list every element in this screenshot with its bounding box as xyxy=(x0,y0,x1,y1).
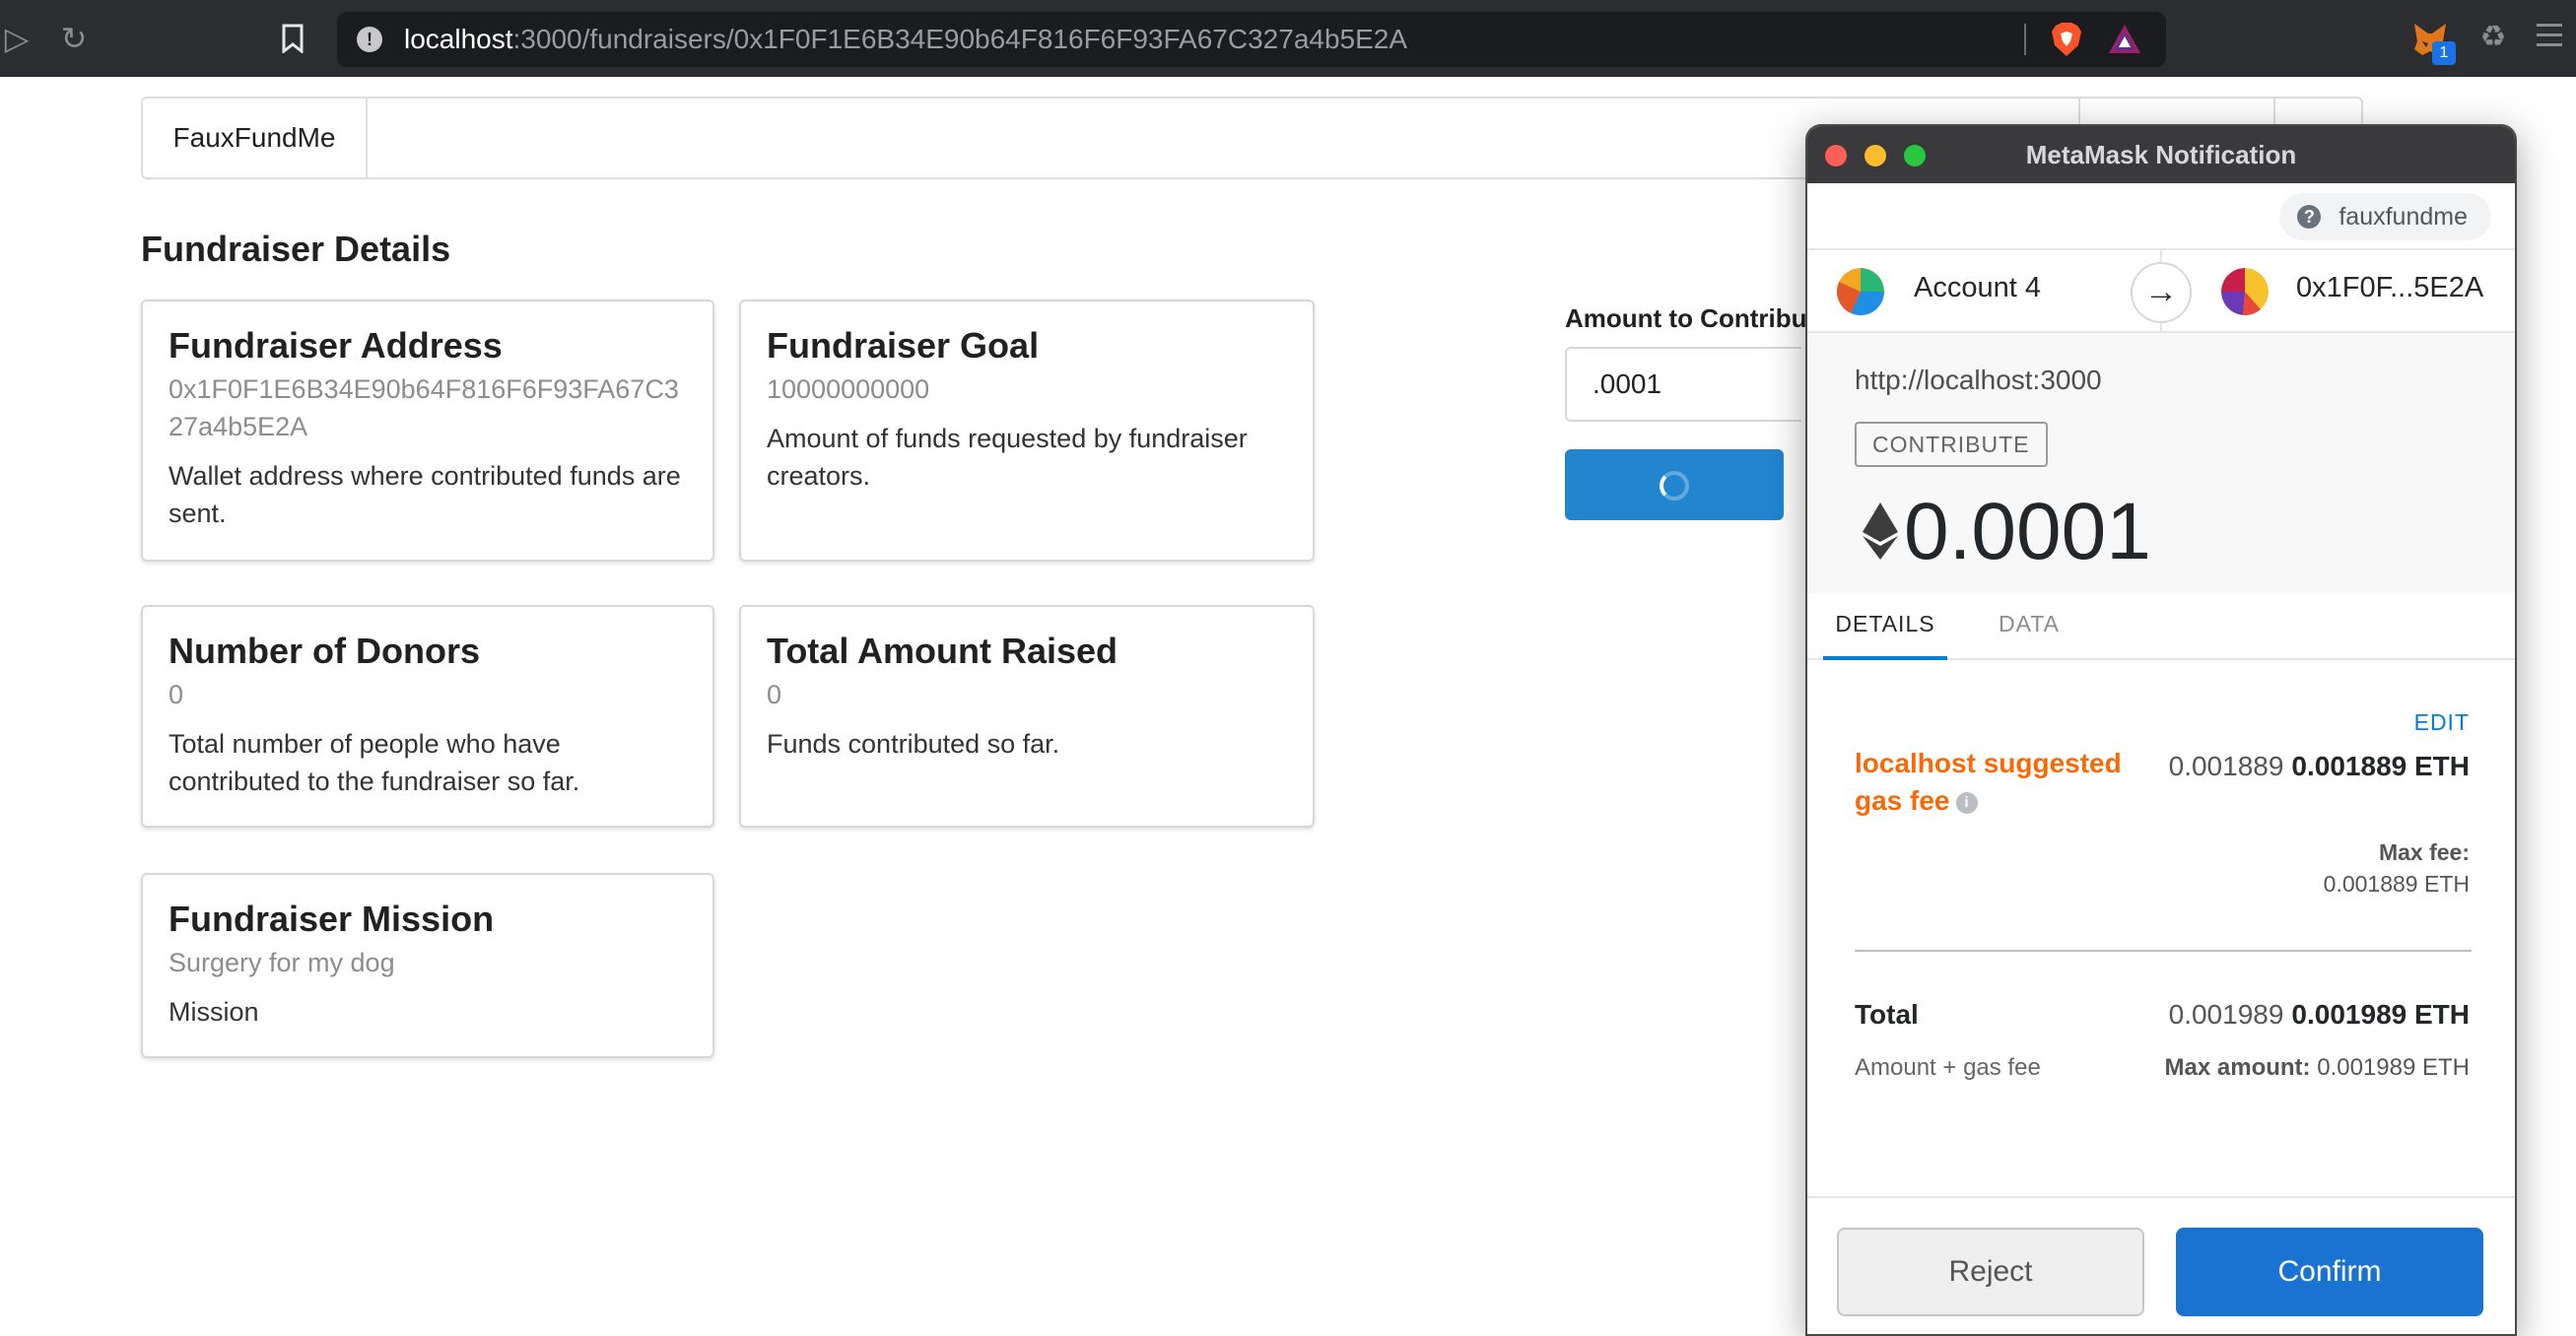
card-fundraiser-address: Fundraiser Address 0x1F0F1E6B34E90b64F81… xyxy=(141,300,714,562)
card-title: Number of Donors xyxy=(169,631,481,671)
card-meta: 10000000000 xyxy=(767,374,930,404)
max-fee-value: 0.001889 ETH xyxy=(2323,871,2470,897)
from-account-name[interactable]: Account 4 xyxy=(1914,272,2041,304)
card-fundraiser-mission: Fundraiser Mission Surgery for my dog Mi… xyxy=(141,873,714,1058)
contribute-button[interactable] xyxy=(1565,449,1784,520)
url-host: localhost xyxy=(404,24,513,54)
metamask-header: ? fauxfundme xyxy=(1807,183,2515,250)
card-description: Wallet address where contributed funds a… xyxy=(169,461,681,528)
gas-fee-label-text: localhost suggested gas fee xyxy=(1855,748,2122,816)
card-title: Fundraiser Goal xyxy=(767,325,1040,366)
max-amount-label: Max amount: xyxy=(2164,1054,2311,1081)
address-bar[interactable]: ! localhost:3000/fundraisers/0x1F0F1E6B3… xyxy=(337,12,2166,67)
gas-fee-primary: 0.001889 ETH xyxy=(2291,751,2470,781)
reload-icon[interactable]: ↻ xyxy=(57,22,91,55)
card-meta: 0 xyxy=(767,680,782,709)
card-description: Amount of funds requested by fundraiser … xyxy=(767,424,1248,491)
gas-fee-label: localhost suggested gas fee i xyxy=(1855,745,2131,820)
card-meta: Surgery for my dog xyxy=(169,948,395,977)
brave-shield-icon[interactable] xyxy=(2050,22,2083,57)
bookmark-icon[interactable] xyxy=(282,24,304,53)
section-divider xyxy=(1855,950,2472,952)
card-meta: 0x1F0F1E6B34E90b64F816F6F93FA67C327a4b5E… xyxy=(169,374,679,441)
card-fundraiser-goal: Fundraiser Goal 10000000000 Amount of fu… xyxy=(739,300,1315,562)
loading-spinner-icon xyxy=(1660,471,1689,501)
origin-pill: ? fauxfundme xyxy=(2279,193,2491,240)
amount-input[interactable]: .0001 xyxy=(1565,347,1801,422)
gas-fee-secondary: 0.001889 xyxy=(2168,751,2284,781)
brand-link[interactable]: FauxFundMe xyxy=(143,99,368,177)
url-divider xyxy=(2024,24,2026,55)
window-title: MetaMask Notification xyxy=(2025,140,2297,169)
arrow-right-icon: → xyxy=(2131,262,2192,323)
url-text[interactable]: localhost:3000/fundraisers/0x1F0F1E6B34E… xyxy=(404,24,1407,55)
site-info-icon[interactable]: ! xyxy=(357,27,382,52)
total-secondary: 0.001989 xyxy=(2168,999,2284,1030)
help-icon: ? xyxy=(2297,205,2322,229)
page-title: Fundraiser Details xyxy=(141,229,451,269)
total-value: 0.001989 0.001989 ETH xyxy=(2169,999,2470,1031)
amount-label: Amount to Contribut xyxy=(1565,303,1816,333)
brave-rewards-icon[interactable] xyxy=(2107,22,2142,57)
confirm-button[interactable]: Confirm xyxy=(2176,1228,2483,1316)
browser-toolbar: ▷ ↻ ! localhost:3000/fundraisers/0x1F0F1… xyxy=(0,0,2576,77)
tab-details[interactable]: DETAILS xyxy=(1823,593,1947,660)
max-fee-label: Max fee: xyxy=(2378,839,2470,865)
menu-icon[interactable] xyxy=(2537,24,2562,49)
max-amount: Max amount: 0.001989 ETH xyxy=(2165,1054,2470,1082)
extension-badge: 1 xyxy=(2432,41,2456,65)
amount-plus-gas-label: Amount + gas fee xyxy=(1855,1054,2041,1081)
metamask-notification-window: MetaMask Notification ? fauxfundme Accou… xyxy=(1805,124,2517,1336)
card-total-amount-raised: Total Amount Raised 0 Funds contributed … xyxy=(739,605,1315,828)
tab-data[interactable]: DATA xyxy=(1999,593,2060,660)
card-description: Funds contributed so far. xyxy=(767,729,1060,759)
card-number-of-donors: Number of Donors 0 Total number of peopl… xyxy=(141,605,714,828)
details-tabs: DETAILS DATA xyxy=(1807,593,2515,660)
card-title: Fundraiser Address xyxy=(169,325,503,366)
site-origin: http://localhost:3000 xyxy=(1855,365,2102,395)
max-amount-value: 0.001989 ETH xyxy=(2317,1054,2470,1081)
transaction-amount: 0.0001 xyxy=(1904,487,2151,576)
ethereum-icon xyxy=(1863,502,1898,560)
card-title: Total Amount Raised xyxy=(767,631,1119,671)
card-meta: 0 xyxy=(169,680,184,709)
account-transfer-row: Account 4 → 0x1F0F...5E2A xyxy=(1807,250,2515,333)
action-footer: Reject Confirm xyxy=(1807,1196,2515,1334)
account-avatar-icon xyxy=(1837,268,1884,315)
card-description: Total number of people who have contribu… xyxy=(169,729,580,796)
info-icon[interactable]: i xyxy=(1955,791,1978,814)
gas-fee-value: 0.001889 0.001889 ETH xyxy=(2169,751,2470,782)
total-label: Total xyxy=(1855,999,1919,1030)
method-badge: CONTRIBUTE xyxy=(1855,422,2048,467)
card-title: Fundraiser Mission xyxy=(169,899,495,939)
window-titlebar: MetaMask Notification xyxy=(1807,126,2515,183)
forward-icon[interactable]: ▷ xyxy=(0,22,34,55)
transaction-summary: http://localhost:3000 CONTRIBUTE 0.0001 xyxy=(1807,333,2515,593)
url-path: :3000/fundraisers/0x1F0F1E6B34E90b64F816… xyxy=(512,24,1408,54)
edit-gas-link[interactable]: EDIT xyxy=(2414,709,2470,736)
to-account-address: 0x1F0F...5E2A xyxy=(2296,272,2484,303)
reject-button[interactable]: Reject xyxy=(1837,1228,2144,1316)
extensions-puzzle-icon[interactable]: ♻ xyxy=(2475,20,2511,55)
origin-name: fauxfundme xyxy=(2339,203,2468,231)
total-primary: 0.001989 ETH xyxy=(2291,999,2470,1030)
recipient-avatar-icon xyxy=(2221,268,2269,315)
card-description: Mission xyxy=(169,997,259,1027)
